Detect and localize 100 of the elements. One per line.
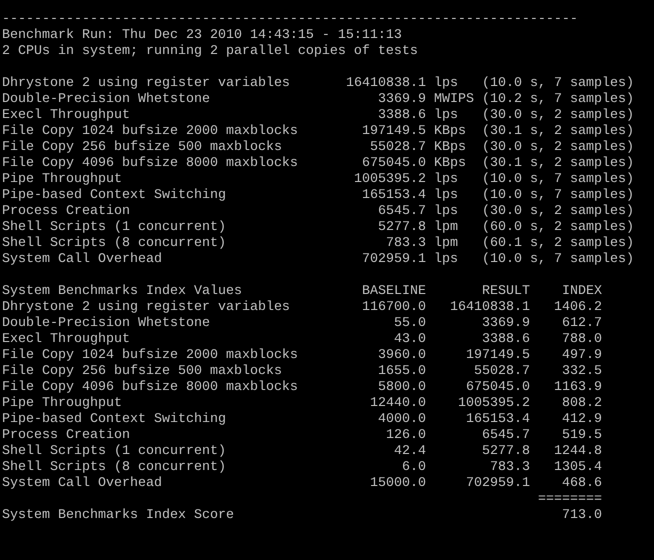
test-value: 197149.5 xyxy=(361,124,426,140)
test-unit: lps xyxy=(434,252,459,268)
table-cell-text: 332.5 xyxy=(561,364,602,380)
table-cell-text: 468.6 xyxy=(561,476,602,492)
table-cell-text: 55.0 xyxy=(393,316,426,332)
table-cell-text: 116700.0 xyxy=(361,300,426,316)
test-detail: (30.0 s, 2 samples) xyxy=(482,108,634,124)
test-unit: KBps xyxy=(434,156,467,172)
table-cell-text: 4000.0 xyxy=(377,412,426,428)
test-name: Shell Scripts (8 concurrent) xyxy=(2,460,227,476)
test-detail: (10.0 s, 7 samples) xyxy=(482,188,634,204)
test-detail: (60.1 s, 2 samples) xyxy=(482,236,634,252)
test-value: 55028.7 xyxy=(369,140,426,156)
table-cell-text: 3369.9 xyxy=(481,316,530,332)
header-line: 2 CPUs in system; running 2 parallel copies of tests xyxy=(2,44,418,60)
test-value: 3388.6 xyxy=(377,108,426,124)
test-unit: MWIPS xyxy=(434,92,475,108)
table-cell-text: 497.9 xyxy=(561,348,602,364)
test-unit: lpm xyxy=(434,236,459,252)
test-name: Double-Precision Whetstone xyxy=(2,92,211,108)
test-detail: (10.2 s, 7 samples) xyxy=(482,92,634,108)
test-name: Execl Throughput xyxy=(2,108,131,124)
table-cell-text: 5800.0 xyxy=(377,380,426,396)
table-cell-text: 3960.0 xyxy=(377,348,426,364)
table-cell-text: 675045.0 xyxy=(465,380,530,396)
table-cell-text: 702959.1 xyxy=(465,476,530,492)
table-cell-text: 3388.6 xyxy=(481,332,530,348)
test-name: File Copy 4096 bufsize 8000 maxblocks xyxy=(2,380,299,396)
header-line: Benchmark Run: Thu Dec 23 2010 14:43:15 - 15:11:13 xyxy=(2,28,402,44)
test-detail: (10.0 s, 7 samples) xyxy=(482,76,634,92)
column-header: RESULT xyxy=(481,284,530,300)
test-unit: KBps xyxy=(434,140,467,156)
test-unit: lps xyxy=(434,108,459,124)
test-name: Shell Scripts (8 concurrent) xyxy=(2,236,227,252)
table-cell-text: 612.7 xyxy=(561,316,602,332)
table-title: System Benchmarks Index Values xyxy=(2,284,243,300)
test-name: Double-Precision Whetstone xyxy=(2,316,211,332)
test-name: File Copy 1024 bufsize 2000 maxblocks xyxy=(2,124,299,140)
test-detail: (10.0 s, 7 samples) xyxy=(482,172,634,188)
test-value: 6545.7 xyxy=(377,204,426,220)
table-cell-text: 1005395.2 xyxy=(457,396,530,412)
test-value: 1005395.2 xyxy=(353,172,426,188)
table-cell-text: 126.0 xyxy=(385,428,426,444)
table-cell-text: 412.9 xyxy=(561,412,602,428)
test-unit: KBps xyxy=(434,124,467,140)
table-cell-text: 165153.4 xyxy=(465,412,530,428)
test-name: File Copy 4096 bufsize 8000 maxblocks xyxy=(2,156,299,172)
test-unit: lps xyxy=(434,172,459,188)
column-header: INDEX xyxy=(561,284,602,300)
table-cell-text: 788.0 xyxy=(561,332,602,348)
table-cell-text: 15000.0 xyxy=(369,476,426,492)
test-name: System Call Overhead xyxy=(2,476,163,492)
score-label: System Benchmarks Index Score xyxy=(2,508,235,524)
test-detail: (30.0 s, 2 samples) xyxy=(482,140,634,156)
test-detail: (60.0 s, 2 samples) xyxy=(482,220,634,236)
test-value: 3369.9 xyxy=(377,92,426,108)
test-name: File Copy 256 bufsize 500 maxblocks xyxy=(2,140,283,156)
test-value: 783.3 xyxy=(385,236,426,252)
table-cell-text: 1305.4 xyxy=(553,460,602,476)
test-name: Dhrystone 2 using register variables xyxy=(2,300,291,316)
table-cell-text: 43.0 xyxy=(393,332,426,348)
table-cell-text: 12440.0 xyxy=(369,396,426,412)
index-score: 713.0 xyxy=(561,508,602,524)
table-cell-text: 5277.8 xyxy=(481,444,530,460)
table-cell-text: 16410838.1 xyxy=(449,300,530,316)
score-separator: ======== xyxy=(537,492,602,508)
test-value: 702959.1 xyxy=(361,252,426,268)
test-name: Pipe-based Context Switching xyxy=(2,188,227,204)
test-value: 675045.0 xyxy=(361,156,426,172)
table-cell-text: 1655.0 xyxy=(377,364,426,380)
test-detail: (30.1 s, 2 samples) xyxy=(482,124,634,140)
test-value: 5277.8 xyxy=(377,220,426,236)
table-cell-text: 519.5 xyxy=(561,428,602,444)
test-name: Process Creation xyxy=(2,428,131,444)
test-value: 16410838.1 xyxy=(345,76,426,92)
table-cell-text: 197149.5 xyxy=(465,348,530,364)
test-unit: lps xyxy=(434,76,459,92)
test-name: File Copy 1024 bufsize 2000 maxblocks xyxy=(2,348,299,364)
test-name: Shell Scripts (1 concurrent) xyxy=(2,220,227,236)
column-header: BASELINE xyxy=(361,284,426,300)
test-unit: lps xyxy=(434,188,459,204)
table-cell-text: 1163.9 xyxy=(553,380,602,396)
table-cell-text: 6545.7 xyxy=(481,428,530,444)
test-name: Execl Throughput xyxy=(2,332,131,348)
table-cell-text: 1406.2 xyxy=(553,300,602,316)
test-value: 165153.4 xyxy=(361,188,426,204)
test-name: Dhrystone 2 using register variables xyxy=(2,76,291,92)
test-detail: (30.1 s, 2 samples) xyxy=(482,156,634,172)
test-unit: lps xyxy=(434,204,459,220)
table-cell-text: 6.0 xyxy=(401,460,426,476)
table-cell-text: 1244.8 xyxy=(553,444,602,460)
test-detail: (30.0 s, 2 samples) xyxy=(482,204,634,220)
dashed-rule: ------------------------------------------------------------------------ xyxy=(2,12,578,28)
test-name: Process Creation xyxy=(2,204,131,220)
table-cell-text: 55028.7 xyxy=(473,364,530,380)
test-name: System Call Overhead xyxy=(2,252,163,268)
test-unit: lpm xyxy=(434,220,459,236)
table-cell-text: 783.3 xyxy=(489,460,530,476)
test-name: Pipe Throughput xyxy=(2,396,123,412)
test-name: File Copy 256 bufsize 500 maxblocks xyxy=(2,364,283,380)
